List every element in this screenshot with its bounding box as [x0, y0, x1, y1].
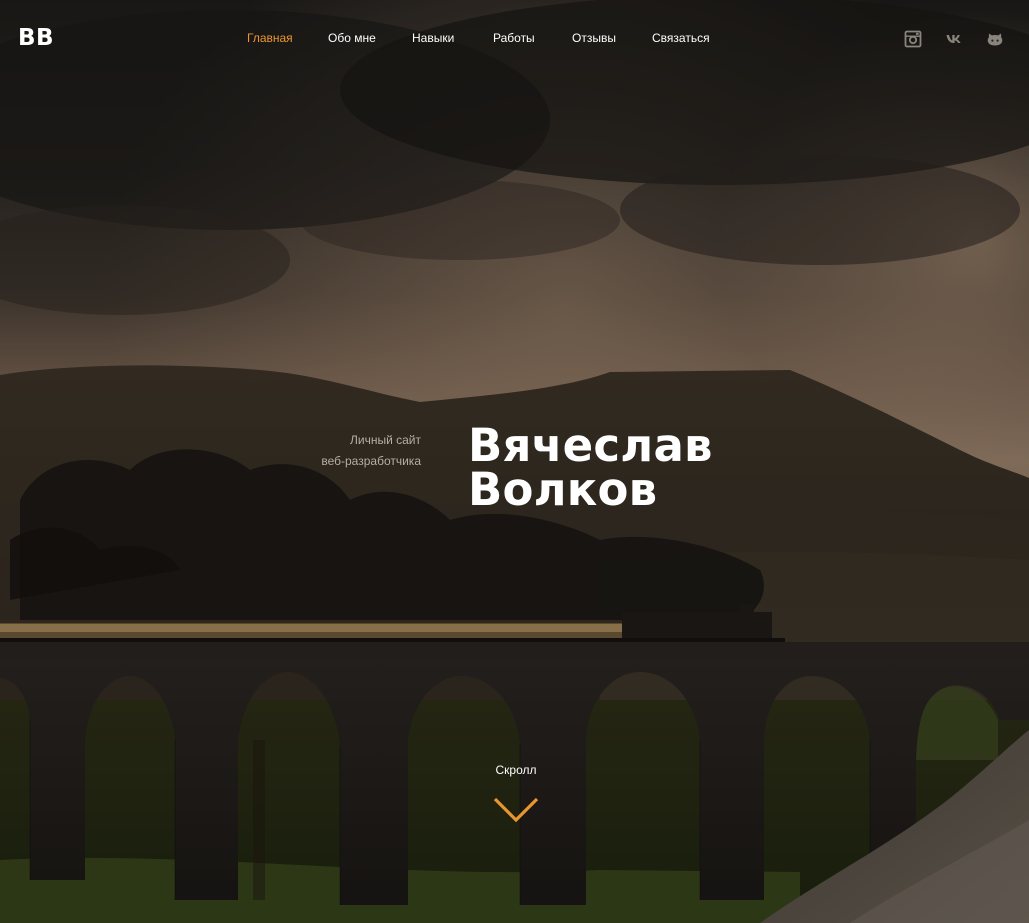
hero-name-first: Вячеслав: [468, 419, 713, 472]
hero-name: Вячеслав Волков: [468, 419, 713, 516]
github-icon[interactable]: [986, 30, 1004, 48]
instagram-icon[interactable]: [904, 30, 922, 48]
scroll-button[interactable]: Скролл: [466, 762, 566, 828]
hero-subtitle: Личный сайт веб-разработчика: [260, 430, 421, 472]
chevron-down-icon[interactable]: [492, 796, 540, 824]
hero-name-last: Волков: [468, 463, 658, 516]
hero-subtitle-line1: Личный сайт: [350, 433, 421, 447]
vk-icon[interactable]: [945, 30, 963, 48]
hero-subtitle-line2: веб-разработчика: [321, 454, 421, 468]
site-header: BB Главная Обо мне Навыки Работы Отзывы …: [0, 0, 1029, 76]
social-links: [0, 30, 1029, 48]
scroll-label: Скролл: [495, 763, 537, 777]
